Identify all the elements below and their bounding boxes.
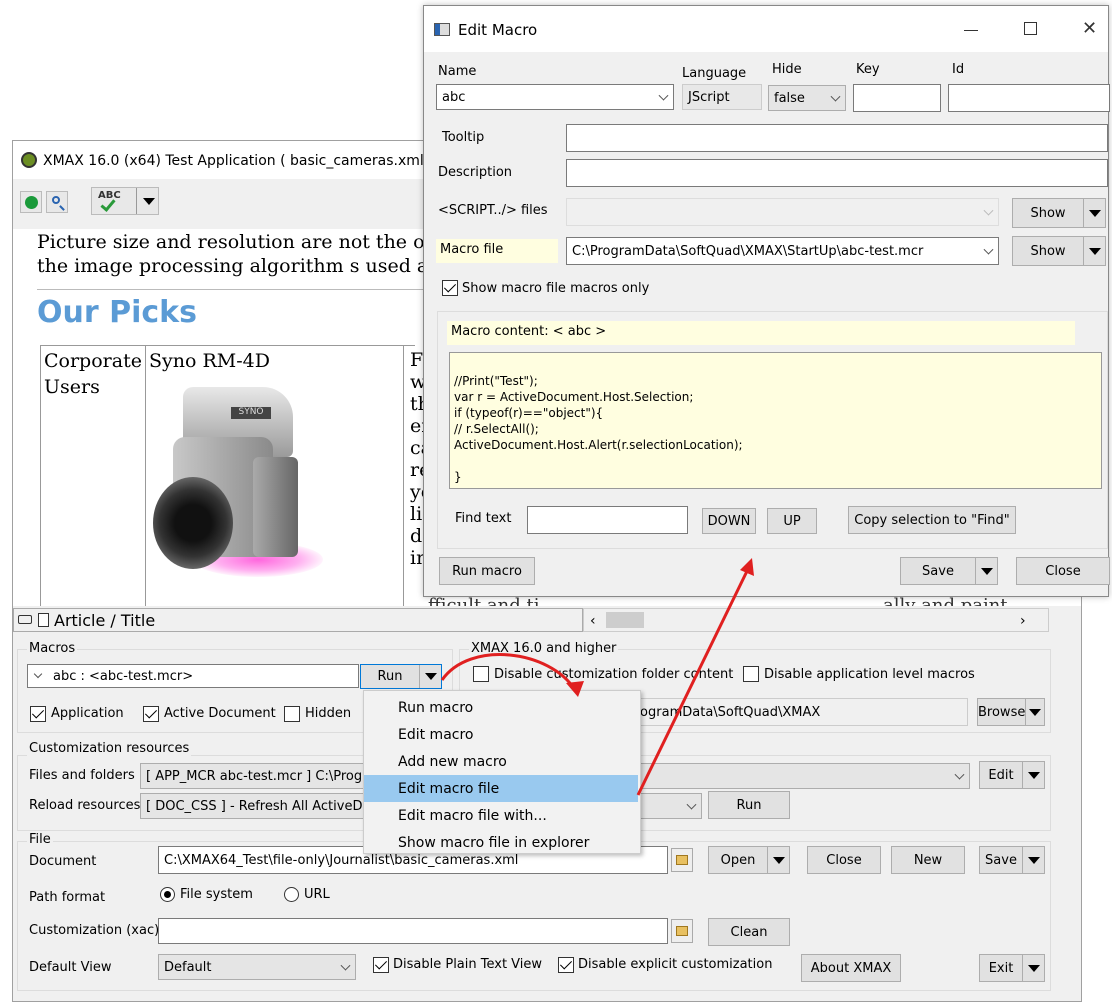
annotation-arrows	[440, 558, 754, 796]
arrow-run-to-menu	[440, 653, 577, 691]
arrow-menu-to-dialog	[636, 566, 751, 796]
arrow-head-menu	[566, 681, 584, 697]
